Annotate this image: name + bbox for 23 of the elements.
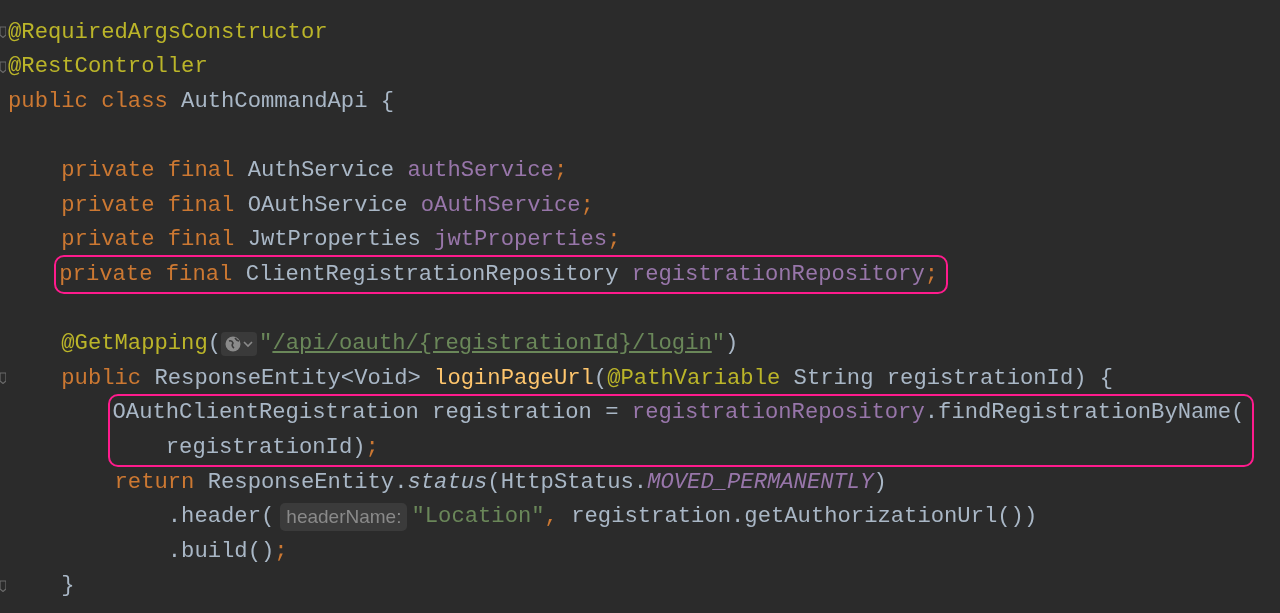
fold-icon[interactable] — [0, 26, 6, 39]
code-text: public class AuthCommandApi { — [8, 89, 395, 114]
code-text: @RequiredArgsConstructor — [8, 19, 328, 45]
code-text: "/api/oauth/{registrationId}/login") — [259, 331, 739, 357]
code-text: } — [61, 573, 75, 599]
code-text: OAuthClientRegistration registration = registrationRepository.findRegistrationByName( — [112, 400, 1245, 426]
code-text: @GetMapping( — [61, 331, 222, 357]
parameter-hint: headerName: — [280, 502, 408, 531]
code-text: private final ClientRegistrationRepository registrationRepository; — [59, 261, 939, 287]
globe-icon[interactable] — [221, 331, 258, 356]
code-text: private final AuthService authService; — [61, 158, 568, 184]
fold-icon[interactable] — [0, 60, 6, 73]
code-text: return ResponseEntity.status(HttpStatus.MOVED_PERMANENTLY) — [114, 469, 887, 495]
code-text: @RestController — [8, 54, 208, 80]
fold-icon[interactable] — [0, 579, 6, 592]
code-text: "Location", registration.getAuthorizationUrl()) — [411, 504, 1038, 530]
code-text: .build(); — [167, 538, 288, 564]
code-text: .header( — [167, 504, 275, 530]
code-text: public ResponseEntity<Void> loginPageUrl(@PathVariable String registrationId) { — [61, 365, 1114, 391]
code-text: private final OAuthService oAuthService; — [61, 192, 594, 218]
code-text: registrationId); — [165, 434, 379, 460]
code-text: private final JwtProperties jwtProperties; — [61, 227, 621, 253]
fold-icon[interactable] — [0, 372, 6, 385]
